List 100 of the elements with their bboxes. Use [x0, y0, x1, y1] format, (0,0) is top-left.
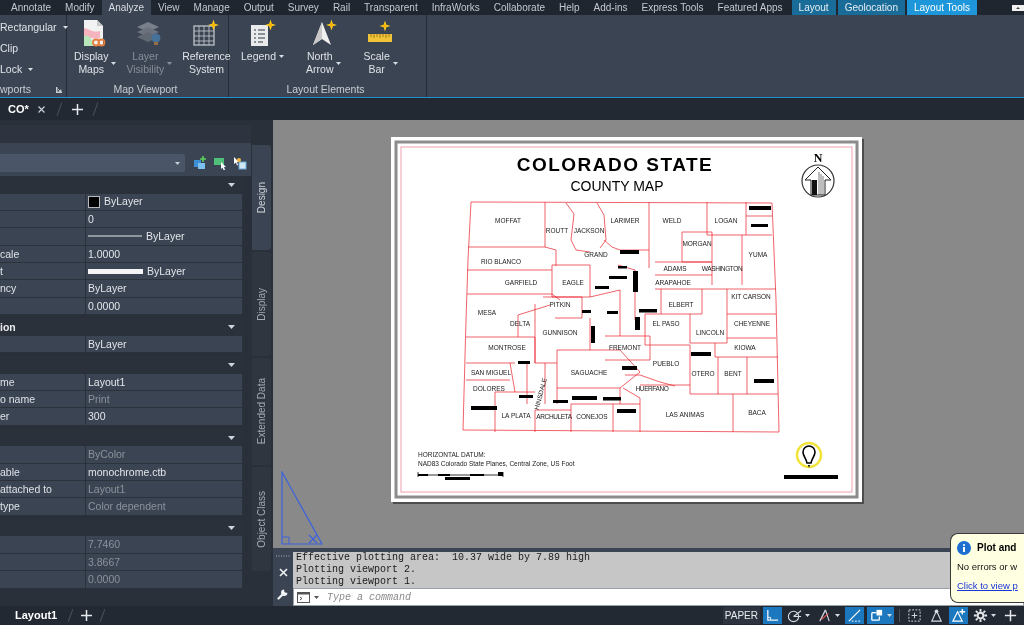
- side-tab[interactable]: Display: [252, 252, 271, 356]
- property-value: ByLayer: [147, 266, 186, 277]
- panel-title: Layout Elements: [286, 84, 365, 95]
- ribbon-tab[interactable]: Survey: [280, 0, 326, 15]
- caret-icon: [175, 161, 180, 165]
- angle-circle-icon: [787, 608, 802, 623]
- annotation-plus-icon: [951, 608, 966, 623]
- property-value: 1.0000: [88, 248, 121, 260]
- property-label: er: [0, 411, 10, 422]
- ribbon-button[interactable]: Legend: [239, 19, 287, 63]
- property-value: 7.7460: [88, 539, 121, 550]
- ribbon-button[interactable]: Scale Bar: [361, 19, 400, 76]
- ribbon-toggle-icon[interactable]: [1012, 5, 1024, 11]
- ribbon-tab[interactable]: Geolocation: [837, 0, 905, 15]
- cursor-rect-icon[interactable]: [213, 156, 227, 170]
- lineweight-bar-icon: [88, 268, 143, 274]
- property-label: attached to: [0, 484, 52, 495]
- ribbon-tab[interactable]: InfraWorks: [424, 0, 487, 15]
- command-input[interactable]: Type a command: [327, 589, 927, 605]
- layout-tab[interactable]: Layout1: [10, 606, 63, 625]
- property-label: cale: [0, 248, 20, 260]
- settings-icon: [973, 608, 988, 623]
- status-toggle-button[interactable]: [905, 607, 924, 624]
- terminal-icon[interactable]: [297, 591, 310, 603]
- property-label: o name: [0, 393, 36, 405]
- property-label: type: [0, 501, 20, 512]
- side-tab[interactable]: Object Class: [252, 467, 271, 571]
- space-toggle-button[interactable]: PAPER: [722, 607, 760, 624]
- caret-icon: [314, 595, 319, 599]
- right-angle-icon: [765, 608, 780, 623]
- add-tab-icon[interactable]: [71, 103, 83, 115]
- property-value: 0.0000: [88, 300, 121, 312]
- status-toggle-button[interactable]: [785, 607, 812, 624]
- ribbon-tab[interactable]: Analyze: [101, 0, 152, 15]
- notification-title: Plot and: [977, 543, 1017, 553]
- ribbon-tab[interactable]: Manage: [186, 0, 237, 15]
- status-toggle-button[interactable]: [867, 607, 894, 624]
- property-value: Color dependent: [88, 501, 166, 512]
- ribbon-tab[interactable]: Annotate: [4, 0, 59, 15]
- info-icon: [957, 541, 971, 555]
- caret-icon[interactable]: [228, 525, 235, 530]
- caret-icon[interactable]: [228, 362, 235, 367]
- caret-icon[interactable]: [228, 182, 235, 187]
- ribbon-button[interactable]: North Arrow: [304, 19, 344, 76]
- ribbon-button[interactable]: Rectangular: [0, 19, 68, 36]
- property-label: ncy: [0, 283, 17, 294]
- ribbon-tab[interactable]: Output: [236, 0, 281, 15]
- property-value: Print: [88, 393, 110, 405]
- dashed-square-icon: [907, 608, 922, 623]
- ribbon-tab[interactable]: View: [151, 0, 187, 15]
- ribbon-button[interactable]: Clip: [0, 40, 19, 57]
- side-tab[interactable]: Extended Data: [252, 358, 271, 465]
- property-value: ByLayer: [88, 338, 127, 350]
- property-value: ByLayer: [88, 283, 127, 294]
- caret-icon[interactable]: [228, 435, 235, 440]
- caret-icon[interactable]: [228, 325, 235, 329]
- side-tab[interactable]: Design: [252, 145, 271, 250]
- status-toggle-button[interactable]: [949, 607, 968, 624]
- property-value: ByLayer: [104, 196, 143, 207]
- ucs-icon: [281, 471, 323, 545]
- cursor-squares-icon[interactable]: [233, 156, 247, 170]
- tracking-line-icon: [847, 608, 862, 623]
- panel-title: Map Viewport: [113, 84, 178, 95]
- wrench-icon[interactable]: [277, 588, 289, 600]
- ribbon-tab[interactable]: Featured Apps: [710, 0, 790, 15]
- command-history-line: Effective plotting area: 10.37 wide by 7.89 high: [296, 552, 591, 564]
- ribbon-tab[interactable]: Add-ins: [586, 0, 635, 15]
- property-value: 3.8667: [88, 556, 121, 568]
- launcher-icon[interactable]: [56, 86, 62, 93]
- status-toggle-button[interactable]: [845, 607, 864, 624]
- add-layout-icon[interactable]: [81, 610, 93, 621]
- snap-corner-icon: [869, 608, 884, 623]
- notification-message: No errors or w: [957, 562, 1019, 572]
- squares-plus-icon[interactable]: [193, 156, 207, 170]
- ribbon-tab[interactable]: Transparent: [357, 0, 425, 15]
- notification-link[interactable]: Click to view p: [957, 580, 1024, 590]
- property-value: ByLayer: [146, 231, 185, 242]
- ribbon-tab[interactable]: Help: [552, 0, 587, 15]
- line-sample-icon: [88, 235, 142, 238]
- command-history-line: Plotting viewport 1.: [296, 576, 417, 588]
- isometric-icon: [817, 608, 832, 623]
- close-icon[interactable]: [37, 105, 45, 113]
- property-value: 300: [88, 411, 106, 422]
- ribbon-tab[interactable]: Layout: [791, 0, 836, 15]
- ribbon-tab[interactable]: Modify: [58, 0, 102, 15]
- section-title: ion: [0, 321, 16, 333]
- status-toggle-button[interactable]: [971, 607, 998, 624]
- panel-title: wports: [0, 84, 31, 95]
- status-toggle-button[interactable]: [763, 607, 782, 624]
- ribbon-tab[interactable]: Rail: [325, 0, 358, 15]
- ribbon-button[interactable]: Lock: [0, 61, 34, 78]
- ribbon-tab[interactable]: Collaborate: [486, 0, 552, 15]
- property-label: t: [0, 266, 3, 277]
- plus-icon: [1003, 608, 1018, 623]
- ribbon-tab[interactable]: Express Tools: [634, 0, 711, 15]
- ribbon-button[interactable]: Reference System: [180, 19, 233, 76]
- ribbon-button[interactable]: Display Maps: [72, 19, 119, 76]
- property-value: ByColor: [88, 449, 126, 460]
- annotation-figure-icon: [929, 608, 944, 623]
- legend-list-icon: [248, 19, 277, 47]
